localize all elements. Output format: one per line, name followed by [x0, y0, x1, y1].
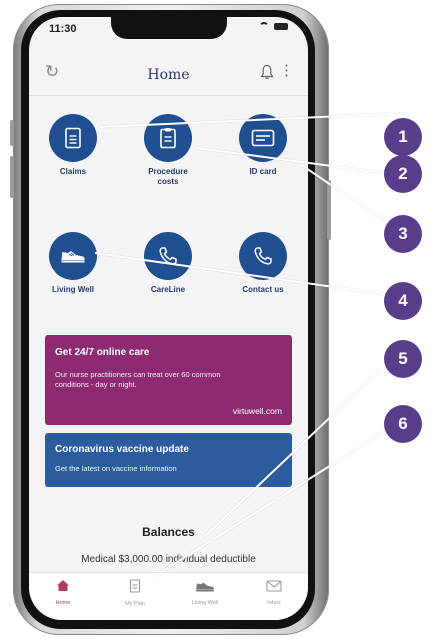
bell-icon[interactable] [260, 64, 274, 80]
tile-label: Contact us [242, 285, 284, 294]
vaccine-update-card[interactable]: Coronavirus vaccine update Get the lates… [45, 433, 292, 487]
mail-icon [266, 580, 282, 592]
tab-my-plan[interactable]: My Plan [105, 579, 165, 607]
card-text: Our nurse practitioners can treat over 6… [55, 370, 221, 389]
tile-label: Living Well [51, 285, 95, 294]
sneaker-icon [196, 582, 214, 592]
tab-living-well[interactable]: Living Well [175, 579, 235, 606]
tile-label: Procedure costs [148, 167, 188, 186]
card-title: Coronavirus vaccine update [55, 444, 189, 455]
callout-badge-4: 4 [384, 282, 422, 320]
status-time: 11:30 [49, 23, 77, 35]
home-icon [57, 580, 69, 591]
tab-inbox[interactable]: Inbox [244, 579, 304, 606]
tile-label: Claims [59, 167, 87, 176]
battery-icon [274, 22, 288, 30]
tab-label: Living Well [191, 600, 219, 606]
plan-icon [129, 579, 141, 593]
balance-line: Medical $3,000.00 individual deductible [81, 554, 256, 565]
tab-home[interactable]: Home [33, 579, 93, 606]
header-divider [29, 95, 308, 96]
more-options-icon[interactable]: ⋮ [279, 63, 294, 78]
tab-label: Home [55, 600, 71, 606]
balances-title: Balances [142, 525, 195, 539]
phone-screen: 11:30 ↻ Home ⋮ Claims Procedure costs ID… [29, 17, 308, 620]
app-header: ↻ Home ⋮ [29, 57, 308, 93]
card-text: Get the latest on vaccine information [55, 464, 177, 473]
callout-badge-2: 2 [384, 155, 422, 193]
tab-label: Inbox [267, 600, 281, 606]
tile-contact-us[interactable]: Contact us [218, 232, 308, 295]
tile-id-card[interactable]: ID card [218, 114, 308, 177]
wifi-icon [259, 22, 269, 30]
tile-claims[interactable]: Claims [29, 114, 118, 177]
status-icons [259, 22, 288, 30]
document-icon [49, 114, 97, 162]
notch [111, 17, 227, 39]
virtuwell-link[interactable]: virtuwell.com [233, 406, 282, 416]
tile-living-well[interactable]: Living Well [29, 232, 118, 295]
volume-button [10, 156, 14, 198]
volume-button [10, 120, 14, 146]
sneaker-icon [49, 232, 97, 280]
callout-badge-5: 5 [384, 340, 422, 378]
tile-label: ID card [249, 167, 277, 176]
tile-label: CareLine [150, 285, 186, 294]
callout-badge-1: 1 [384, 118, 422, 156]
tab-bar: Home My Plan Living Well Inbox [29, 572, 308, 620]
tab-label: My Plan [125, 601, 145, 607]
online-care-card[interactable]: Get 24/7 online care Our nurse practitio… [45, 335, 292, 425]
phone-icon [144, 232, 192, 280]
card-title: Get 24/7 online care [55, 347, 150, 358]
callout-badge-3: 3 [384, 215, 422, 253]
callout-badge-6: 6 [384, 405, 422, 443]
power-button [327, 180, 331, 240]
